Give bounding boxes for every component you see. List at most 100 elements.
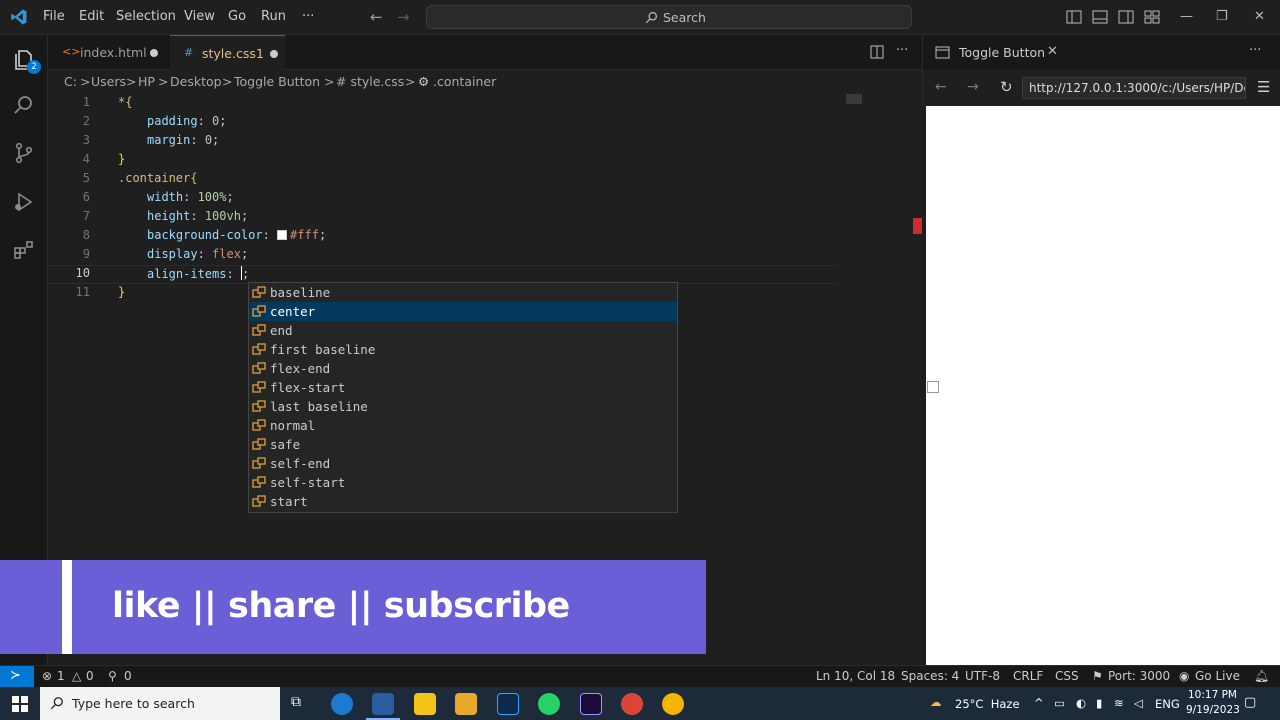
menu-run[interactable]: Run [261, 9, 286, 24]
file-explorer-icon[interactable] [455, 693, 477, 715]
notifications-icon[interactable]: 🔔︎ [1254, 669, 1269, 683]
back-arrow-icon[interactable]: ← [370, 8, 383, 26]
wifi-icon[interactable]: ≋ [1114, 696, 1124, 710]
address-bar[interactable]: http://127.0.0.1:3000/c:/Users/HP/De [1022, 77, 1246, 99]
chrome-icon[interactable] [621, 693, 643, 715]
weather-text[interactable]: 25°C Haze [955, 697, 1020, 711]
premiere-icon[interactable] [580, 693, 602, 715]
line-ending[interactable]: CRLF [1013, 669, 1043, 683]
live-server-port[interactable]: Port: 3000 [1108, 669, 1170, 683]
command-center-search[interactable]: Search [426, 5, 912, 29]
breadcrumb-item[interactable]: # style.css [336, 74, 404, 89]
language-mode[interactable]: CSS [1055, 669, 1079, 683]
close-window-icon[interactable]: ✕ [1254, 9, 1265, 24]
windows-start-icon[interactable] [12, 696, 28, 712]
indentation[interactable]: Spaces: 4 [901, 669, 959, 683]
task-view-icon[interactable]: ⧉ [291, 694, 301, 710]
run-debug-icon[interactable] [12, 190, 36, 214]
error-count[interactable]: 1 [57, 669, 65, 683]
suggestion-item[interactable]: safe [249, 435, 677, 454]
suggestion-item[interactable]: baseline [249, 283, 677, 302]
breadcrumb-item[interactable]: Desktop [170, 74, 222, 89]
close-tab-icon[interactable]: ✕ [1047, 44, 1058, 59]
chrome-profile-icon[interactable] [662, 693, 684, 715]
suggestion-item[interactable]: self-start [249, 473, 677, 492]
suggestion-item[interactable]: last baseline [249, 397, 677, 416]
tray-overflow-icon[interactable]: ^ [1034, 696, 1044, 710]
go-live-button[interactable]: Go Live [1195, 669, 1240, 683]
back-arrow-icon[interactable]: ← [935, 79, 947, 95]
whatsapp-icon[interactable] [538, 693, 560, 715]
suggestion-item[interactable]: first baseline [249, 340, 677, 359]
color-swatch[interactable] [277, 230, 288, 240]
tab-label: index.html [80, 45, 147, 60]
notification-center-icon[interactable]: ▢ [1244, 695, 1256, 710]
menu-edit[interactable]: Edit [79, 9, 104, 24]
suggestion-label: self-end [270, 456, 331, 471]
menu-selection[interactable]: Selection [116, 9, 176, 24]
toggle-checkbox[interactable] [927, 381, 939, 393]
breadcrumb-item[interactable]: .container [433, 74, 496, 89]
toggle-panel-icon[interactable] [1092, 10, 1108, 24]
suggestion-item[interactable]: flex-end [249, 359, 677, 378]
input-language[interactable]: ENG [1155, 697, 1180, 711]
clock-date[interactable]: 9/19/2023 [1186, 704, 1240, 716]
suggestion-item[interactable]: end [249, 321, 677, 340]
suggestion-item[interactable]: self-end [249, 454, 677, 473]
vscode-taskbar-icon[interactable] [372, 693, 394, 715]
battery-icon[interactable]: ▮ [1096, 696, 1102, 710]
breadcrumb-item[interactable]: C: [64, 74, 77, 89]
tab-label: style.css [202, 46, 256, 61]
toggle-secondary-sidebar-icon[interactable] [1118, 10, 1134, 24]
tab-style-css[interactable]: # style.css 1 [170, 35, 285, 70]
ports-count[interactable]: 0 [124, 669, 132, 683]
reload-icon[interactable]: ↻ [1000, 78, 1013, 96]
search-view-icon[interactable] [12, 93, 36, 117]
tray-app-icon[interactable]: ◐ [1076, 696, 1086, 710]
restore-icon[interactable]: ❐ [1216, 9, 1228, 24]
volume-icon[interactable]: ◁ [1134, 696, 1143, 710]
breadcrumb-item[interactable]: HP [138, 74, 155, 89]
menu-more[interactable]: ··· [302, 9, 314, 24]
customize-layout-icon[interactable] [1144, 10, 1160, 24]
value-symbol-icon [252, 495, 266, 507]
warning-count[interactable]: 0 [86, 669, 94, 683]
menu-file[interactable]: File [43, 9, 65, 24]
breadcrumb-item[interactable]: Users [91, 74, 126, 89]
minimize-icon[interactable]: — [1180, 9, 1193, 24]
line-number: 3 [82, 133, 90, 147]
encoding[interactable]: UTF-8 [965, 669, 1000, 683]
store-icon[interactable] [414, 693, 436, 715]
line-number: 2 [82, 114, 90, 128]
taskbar-search[interactable]: Type here to search [40, 687, 280, 720]
more-actions-icon[interactable]: ··· [1249, 43, 1261, 58]
more-actions-icon[interactable]: ··· [896, 43, 908, 58]
suggestion-item[interactable]: flex-start [249, 378, 677, 397]
toggle-sidebar-icon[interactable] [1066, 10, 1082, 24]
source-control-icon[interactable] [12, 141, 36, 165]
edge-icon[interactable] [331, 693, 353, 715]
cursor-position[interactable]: Ln 10, Col 18 [816, 669, 895, 683]
subscribe-banner: like || share || subscribe [0, 560, 706, 654]
value-symbol-icon [252, 305, 266, 317]
clock-time[interactable]: 10:17 PM [1188, 689, 1237, 701]
suggestion-item[interactable]: start [249, 492, 677, 511]
extensions-icon[interactable] [12, 238, 36, 262]
tab-index-html[interactable]: <> index.html [48, 35, 170, 70]
menu-go[interactable]: Go [228, 9, 246, 24]
menu-view[interactable]: View [184, 9, 215, 24]
suggestion-item[interactable]: center [249, 302, 677, 321]
suggestion-label: normal [270, 418, 316, 433]
remote-indicator[interactable]: ≻ [0, 666, 34, 688]
forward-arrow-icon[interactable]: → [397, 8, 410, 26]
photoshop-icon[interactable] [497, 693, 519, 715]
menu-icon[interactable]: ☰ [1257, 78, 1270, 96]
split-editor-icon[interactable] [870, 45, 884, 59]
preview-tab-bar: Toggle Button ✕ ··· [922, 35, 1280, 70]
preview-tab-label[interactable]: Toggle Button [959, 45, 1045, 60]
breadcrumb-item[interactable]: Toggle Button [234, 74, 320, 89]
forward-arrow-icon[interactable]: → [967, 79, 979, 95]
suggestion-item[interactable]: normal [249, 416, 677, 435]
minimap-slider[interactable] [846, 94, 862, 104]
tray-app-icon[interactable]: ▭ [1054, 696, 1065, 710]
